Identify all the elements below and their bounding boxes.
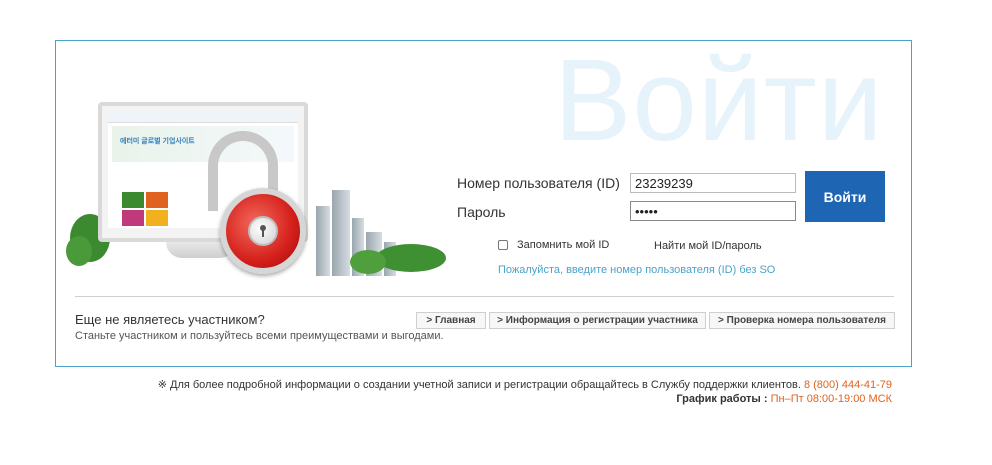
screen-header-bar [108, 112, 298, 123]
remember-id-checkbox[interactable] [498, 240, 508, 250]
remember-id-row[interactable]: Запомнить мой ID [498, 239, 609, 251]
screen-tile [146, 192, 168, 208]
tree-right-small [350, 250, 386, 274]
tree-left-small [66, 236, 92, 266]
schedule-label: График работы : [676, 393, 768, 405]
padlock-icon [220, 188, 306, 274]
home-button[interactable]: > Главная [416, 312, 486, 329]
support-footer: ※ Для более подробной информации о созда… [158, 378, 892, 406]
password-input[interactable] [630, 201, 796, 221]
id-hint-text: Пожалуйста, введите номер пользователя (… [498, 264, 776, 276]
tree-right [376, 244, 446, 272]
not-member-heading: Еще не являетесь участником? [75, 312, 265, 327]
login-panel: Войти 에터미 글로벌 기업사이트 Номер пользователя (… [55, 40, 912, 367]
screen-tile [122, 210, 144, 226]
screen-banner-title: 에터미 글로벌 기업사이트 [120, 138, 195, 145]
keyhole-slot [262, 229, 264, 237]
screen-tile [122, 192, 144, 208]
remember-id-label: Запомнить мой ID [517, 239, 610, 251]
building [332, 190, 350, 276]
building [316, 206, 330, 276]
support-info-line: ※ Для более подробной информации о созда… [158, 378, 892, 392]
screen-tile [146, 210, 168, 226]
padlock-center [248, 216, 278, 246]
divider [75, 296, 894, 297]
login-illustration: 에터미 글로벌 기업사이트 [66, 96, 450, 286]
find-id-password-link[interactable]: Найти мой ID/пароль [654, 240, 762, 252]
support-phone: 8 (800) 444-41-79 [803, 379, 892, 391]
login-button[interactable]: Войти [805, 171, 885, 222]
password-label: Пароль [457, 204, 506, 220]
schedule-line: График работы : Пн–Пт 08:00-19:00 МСК [158, 392, 892, 406]
registration-info-button[interactable]: > Информация о регистрации участника [489, 312, 706, 329]
city-buildings [306, 184, 446, 276]
not-member-subtext: Станьте участником и пользуйтесь всеми п… [75, 330, 444, 342]
login-watermark: Войти [554, 40, 884, 165]
schedule-hours: Пн–Пт 08:00-19:00 МСК [770, 393, 892, 405]
user-id-input[interactable] [630, 173, 796, 193]
support-info-text: ※ Для более подробной информации о созда… [157, 379, 801, 391]
user-id-label: Номер пользователя (ID) [457, 175, 620, 191]
check-user-number-button[interactable]: > Проверка номера пользователя [709, 312, 895, 329]
